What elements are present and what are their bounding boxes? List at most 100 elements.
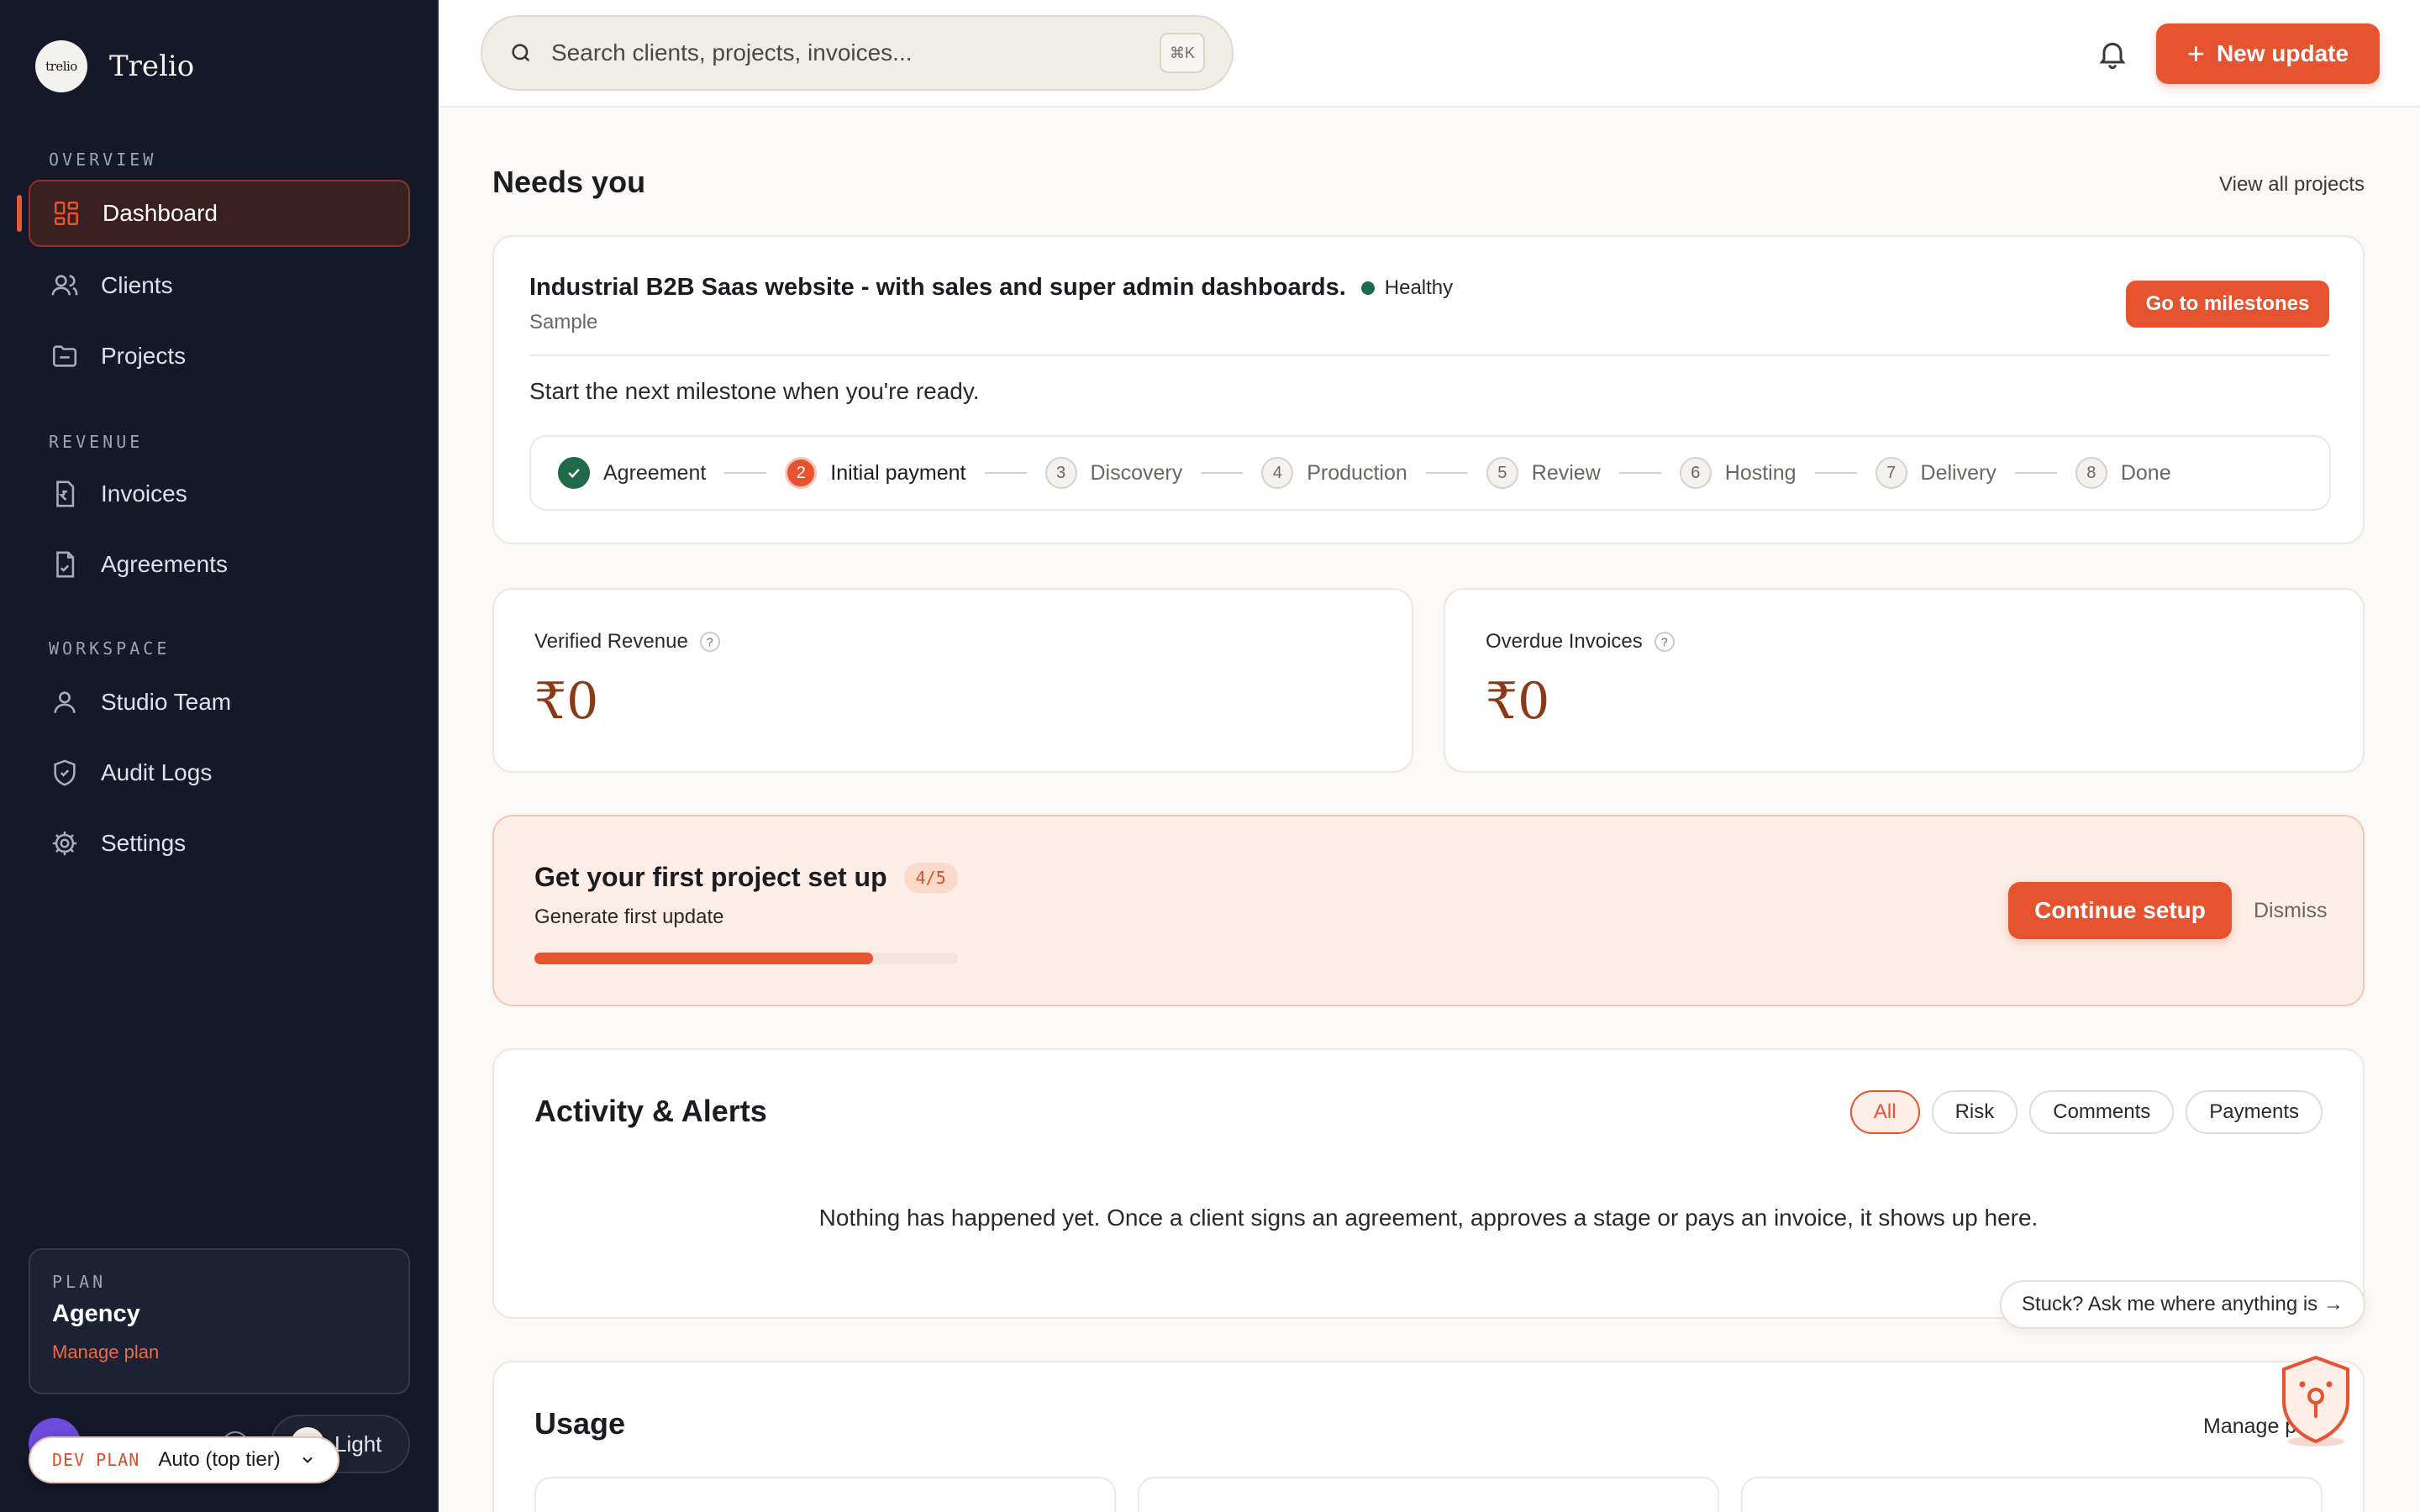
page-title: Needs you <box>492 165 646 199</box>
usage-tile <box>1138 1477 1719 1512</box>
step-connector <box>1814 472 1857 474</box>
sidebar-item-projects[interactable]: Projects <box>29 323 410 390</box>
invoice-icon <box>56 480 75 507</box>
step-label: Initial payment <box>830 460 966 485</box>
usage-tile <box>534 1477 1116 1512</box>
status-label: Healthy <box>1384 276 1454 299</box>
step-number: 4 <box>1261 457 1294 489</box>
help-icon[interactable]: ? <box>1654 632 1675 652</box>
stat-label-row: Verified Revenue ? <box>534 630 720 654</box>
milestone-step[interactable]: 2 Initial payment <box>785 457 966 489</box>
project-title[interactable]: Industrial B2B Saas website - with sales… <box>529 274 1346 302</box>
grid-icon <box>54 201 79 226</box>
milestone-step[interactable]: Agreement <box>558 457 706 489</box>
search-input[interactable]: Search clients, projects, invoices... ⌘K <box>481 15 1234 91</box>
setup-progress-fill <box>534 953 874 964</box>
dev-plan-selector[interactable]: DEV PLAN Auto (top tier) <box>29 1436 339 1483</box>
milestone-step[interactable]: 4 Production <box>1261 457 1407 489</box>
new-update-button[interactable]: + New update <box>2156 24 2380 84</box>
assistant-mascot-icon[interactable] <box>2277 1354 2354 1446</box>
brand[interactable]: trelio Trelio <box>35 40 194 92</box>
step-label: Production <box>1307 460 1407 485</box>
sidebar-item-label: Audit Logs <box>101 759 213 785</box>
plan-card: PLAN Agency Manage plan <box>29 1248 410 1394</box>
search-shortcut: ⌘K <box>1160 33 1205 73</box>
step-label: Discovery <box>1090 460 1183 485</box>
sidebar-item-label: Dashboard <box>103 200 218 226</box>
help-icon[interactable]: ? <box>699 632 720 652</box>
sidebar-item-settings[interactable]: Settings <box>29 810 410 877</box>
setup-progress-bar <box>534 953 958 964</box>
step-connector <box>1618 472 1661 474</box>
dev-plan-tag: DEV PLAN <box>52 1450 140 1470</box>
step-label: Delivery <box>1920 460 1996 485</box>
step-connector <box>2014 472 2057 474</box>
users-icon <box>51 275 78 296</box>
manage-plan-link[interactable]: Manage plan <box>52 1341 387 1363</box>
activity-title: Activity & Alerts <box>534 1094 767 1128</box>
step-label: Review <box>1531 460 1601 485</box>
step-connector <box>1425 472 1468 474</box>
dismiss-button[interactable]: Dismiss <box>2254 899 2328 923</box>
activity-filters: All Risk Comments Payments <box>1849 1090 2323 1134</box>
milestone-step[interactable]: 8 Done <box>2075 457 2171 489</box>
status-badge: Healthy <box>1360 276 1454 300</box>
milestone-step[interactable]: 6 Hosting <box>1679 457 1797 489</box>
bell-icon[interactable] <box>2096 37 2129 71</box>
plan-name: Agency <box>52 1300 140 1327</box>
sidebar-item-audit-logs[interactable]: Audit Logs <box>29 739 410 806</box>
step-connector <box>724 472 767 474</box>
sidebar-item-studio-team[interactable]: Studio Team <box>29 669 410 736</box>
step-number: 7 <box>1875 457 1907 489</box>
filter-all[interactable]: All <box>1849 1090 1920 1134</box>
sidebar-item-label: Invoices <box>101 480 187 507</box>
search-placeholder: Search clients, projects, invoices... <box>551 39 913 66</box>
shield-icon <box>54 759 76 786</box>
next-milestone-text: Start the next milestone when you're rea… <box>529 378 980 404</box>
chevron-down-icon <box>302 1457 313 1463</box>
continue-setup-button[interactable]: Continue setup <box>2008 882 2232 939</box>
milestone-step[interactable]: 3 Discovery <box>1044 457 1183 489</box>
plus-icon: + <box>2186 36 2205 71</box>
new-update-label: New update <box>2216 40 2349 66</box>
empty-state-message: Nothing has happened yet. Once a client … <box>818 1205 2039 1231</box>
filter-payments[interactable]: Payments <box>2186 1090 2323 1134</box>
overdue-invoices-card: Overdue Invoices ? ₹0 <box>1444 588 2365 773</box>
sidebar-item-clients[interactable]: Clients <box>29 252 410 319</box>
verified-revenue-value: ₹0 <box>534 672 599 731</box>
verified-revenue-label: Verified Revenue <box>534 630 688 653</box>
sidebar-item-label: Settings <box>101 830 187 856</box>
view-all-projects-link[interactable]: View all projects <box>2219 173 2365 197</box>
step-number: 5 <box>1486 457 1518 489</box>
sidebar-item-agreements[interactable]: Agreements <box>29 531 410 598</box>
dev-plan-value: Auto (top tier) <box>158 1448 281 1471</box>
usage-tile <box>1741 1477 2323 1512</box>
step-number: 2 <box>785 457 818 489</box>
filter-risk[interactable]: Risk <box>1931 1090 2018 1134</box>
milestone-step[interactable]: 7 Delivery <box>1875 457 1996 489</box>
check-icon <box>558 457 590 489</box>
gear-icon <box>52 831 77 856</box>
milestone-step[interactable]: 5 Review <box>1486 457 1601 489</box>
go-to-milestones-button[interactable]: Go to milestones <box>2126 281 2329 328</box>
milestone-stepper: Agreement 2 Initial payment 3 Discovery 4 Prod… <box>529 435 2331 511</box>
plan-label: PLAN <box>52 1272 107 1292</box>
step-number: 3 <box>1044 457 1077 489</box>
sidebar-item-dashboard[interactable]: Dashboard <box>29 180 410 247</box>
sidebar-item-invoices[interactable]: Invoices <box>29 460 410 528</box>
active-indicator <box>17 195 22 232</box>
filter-comments[interactable]: Comments <box>2029 1090 2175 1134</box>
step-number: 6 <box>1679 457 1712 489</box>
assistant-prompt[interactable]: Stuck? Ask me where anything is → <box>2000 1280 2365 1329</box>
sidebar-item-label: Projects <box>101 343 187 369</box>
status-dot <box>1360 281 1375 295</box>
search-icon <box>512 44 530 62</box>
step-connector <box>984 472 1027 474</box>
step-label: Agreement <box>603 460 707 485</box>
setup-card: Get your first project set up 4/5 Genera… <box>492 815 2365 1006</box>
divider <box>529 354 2329 356</box>
project-subtitle: Sample <box>529 311 598 333</box>
sidebar-item-label: Agreements <box>101 551 228 577</box>
folder-icon <box>52 345 77 367</box>
setup-progress-badge: 4/5 <box>903 862 958 893</box>
